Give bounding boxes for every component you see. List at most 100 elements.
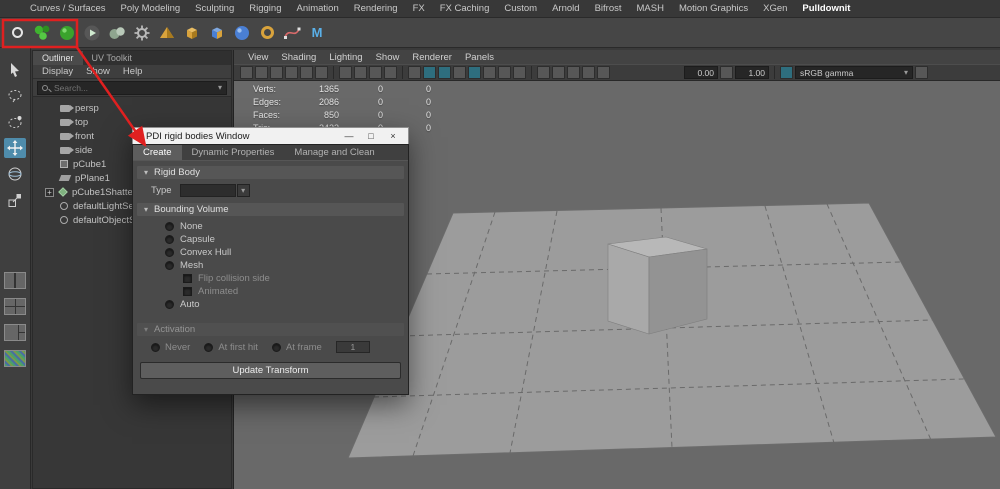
mash-m-icon[interactable]: M <box>307 23 327 43</box>
exposure-icon[interactable] <box>720 66 733 79</box>
viewport-toolbar-icon[interactable] <box>915 66 928 79</box>
outliner-menu-show[interactable]: Show <box>86 66 110 77</box>
vp-menu-view[interactable]: View <box>248 52 268 63</box>
gold-torus-icon[interactable] <box>257 23 277 43</box>
type-dropdown-arrow-icon[interactable]: ▾ <box>236 184 250 197</box>
scale-tool-icon[interactable] <box>4 190 26 210</box>
menubar-item-animation[interactable]: Animation <box>296 3 338 14</box>
viewport-toolbar-icon[interactable] <box>315 66 328 79</box>
viewport-toolbar-icon[interactable] <box>453 66 466 79</box>
outliner-menu-help[interactable]: Help <box>123 66 143 77</box>
menubar-item-arnold[interactable]: Arnold <box>552 3 579 14</box>
view-transform-select[interactable]: sRGB gamma ▾ <box>795 66 913 79</box>
lasso-tool-icon[interactable] <box>4 86 26 106</box>
radio-at-first-hit[interactable] <box>204 342 214 352</box>
viewport-toolbar-icon[interactable] <box>513 66 526 79</box>
radio-never[interactable] <box>151 342 160 352</box>
ring-icon[interactable] <box>7 23 27 43</box>
split-pane-layout-button[interactable] <box>4 324 26 341</box>
dialog-titlebar[interactable]: PDI rigid bodies Window — □ × <box>132 127 409 144</box>
single-pane-layout-button[interactable] <box>4 272 26 289</box>
viewport-toolbar-icon[interactable] <box>438 66 451 79</box>
four-pane-layout-button[interactable] <box>4 298 26 315</box>
viewport-toolbar-icon[interactable] <box>498 66 511 79</box>
radio-convex-hull[interactable] <box>165 248 174 257</box>
menubar-item-xgen[interactable]: XGen <box>763 3 787 14</box>
tab-dynamic-properties[interactable]: Dynamic Properties <box>182 145 285 160</box>
outliner-menu-display[interactable]: Display <box>42 66 73 77</box>
curve-icon[interactable] <box>282 23 302 43</box>
vp-menu-renderer[interactable]: Renderer <box>412 52 452 63</box>
viewport-toolbar-icon[interactable] <box>384 66 397 79</box>
exposure-field[interactable]: 0.00 <box>684 66 718 79</box>
tab-uv-toolkit[interactable]: UV Toolkit <box>83 51 141 65</box>
play-icon[interactable] <box>82 23 102 43</box>
double-sphere-icon[interactable] <box>107 23 127 43</box>
viewport-toolbar-icon[interactable] <box>369 66 382 79</box>
maximize-icon[interactable]: □ <box>360 128 382 144</box>
menubar-item-rigging[interactable]: Rigging <box>249 3 281 14</box>
gear-icon[interactable] <box>132 23 152 43</box>
vp-menu-shading[interactable]: Shading <box>281 52 316 63</box>
menubar-item-curves-surfaces[interactable]: Curves / Surfaces <box>30 3 106 14</box>
viewport-toolbar-icon[interactable] <box>582 66 595 79</box>
viewport-toolbar-icon[interactable] <box>567 66 580 79</box>
select-tool-icon[interactable] <box>4 60 26 80</box>
green-sphere-icon[interactable] <box>57 23 77 43</box>
tab-create[interactable]: Create <box>133 145 182 160</box>
viewport-toolbar-icon[interactable] <box>255 66 268 79</box>
tab-outliner[interactable]: Outliner <box>33 51 83 65</box>
gold-pyramid-icon[interactable] <box>157 23 177 43</box>
menubar-item-custom[interactable]: Custom <box>504 3 537 14</box>
move-tool-icon[interactable] <box>4 138 26 158</box>
menubar-item-mash[interactable]: MASH <box>637 3 664 14</box>
radio-auto[interactable] <box>165 300 174 309</box>
gold-cube-icon[interactable] <box>182 23 202 43</box>
gamma-field[interactable]: 1.00 <box>735 66 769 79</box>
at-frame-input[interactable] <box>335 341 370 353</box>
rigid-body-section-header[interactable]: ▾ Rigid Body <box>137 166 404 179</box>
radio-at-frame[interactable] <box>271 342 281 352</box>
viewport-toolbar-icon[interactable] <box>483 66 496 79</box>
expand-plus-icon[interactable]: + <box>45 187 54 197</box>
activation-section-header[interactable]: ▾ Activation <box>137 323 404 336</box>
close-icon[interactable]: × <box>382 128 404 144</box>
vp-menu-panels[interactable]: Panels <box>465 52 494 63</box>
viewport-toolbar-icon[interactable] <box>597 66 610 79</box>
viewport-toolbar-icon[interactable] <box>537 66 550 79</box>
type-dropdown[interactable] <box>179 184 236 197</box>
tab-manage-and-clean[interactable]: Manage and Clean <box>284 145 384 160</box>
hypershade-layout-button[interactable] <box>4 350 26 367</box>
menubar-item-sculpting[interactable]: Sculpting <box>195 3 234 14</box>
radio-none[interactable] <box>165 222 174 231</box>
menubar-item-motion-graphics[interactable]: Motion Graphics <box>679 3 748 14</box>
viewport-toolbar-icon[interactable] <box>285 66 298 79</box>
radio-capsule[interactable] <box>165 235 174 244</box>
menubar-item-rendering[interactable]: Rendering <box>354 3 398 14</box>
chevron-down-icon[interactable]: ▾ <box>218 83 222 92</box>
vp-menu-lighting[interactable]: Lighting <box>329 52 362 63</box>
menubar-item-bifrost[interactable]: Bifrost <box>595 3 622 14</box>
viewport-toolbar-icon[interactable] <box>468 66 481 79</box>
radio-mesh[interactable] <box>165 261 174 270</box>
bounding-volume-section-header[interactable]: ▾ Bounding Volume <box>137 203 404 216</box>
menubar-item-pulldownit[interactable]: Pulldownit <box>802 3 850 14</box>
vp-menu-show[interactable]: Show <box>376 52 400 63</box>
menubar-item-fx[interactable]: FX <box>413 3 425 14</box>
viewport-toolbar-icon[interactable] <box>408 66 421 79</box>
viewport-toolbar-icon[interactable] <box>300 66 313 79</box>
blue-gold-cube-icon[interactable] <box>207 23 227 43</box>
rotate-tool-icon[interactable] <box>4 164 26 184</box>
shatter-spheres-icon[interactable] <box>32 23 52 43</box>
color-management-icon[interactable] <box>780 66 793 79</box>
flip-collision-side-checkbox[interactable] <box>183 274 192 283</box>
menubar-item-fx-caching[interactable]: FX Caching <box>440 3 490 14</box>
menubar-item-poly-modeling[interactable]: Poly Modeling <box>121 3 181 14</box>
viewport-toolbar-icon[interactable] <box>339 66 352 79</box>
outliner-search-input[interactable] <box>42 82 218 93</box>
viewport-toolbar-icon[interactable] <box>423 66 436 79</box>
blue-sphere-icon[interactable] <box>232 23 252 43</box>
viewport-toolbar-icon[interactable] <box>270 66 283 79</box>
minimize-icon[interactable]: — <box>338 128 360 144</box>
viewport-toolbar-icon[interactable] <box>354 66 367 79</box>
